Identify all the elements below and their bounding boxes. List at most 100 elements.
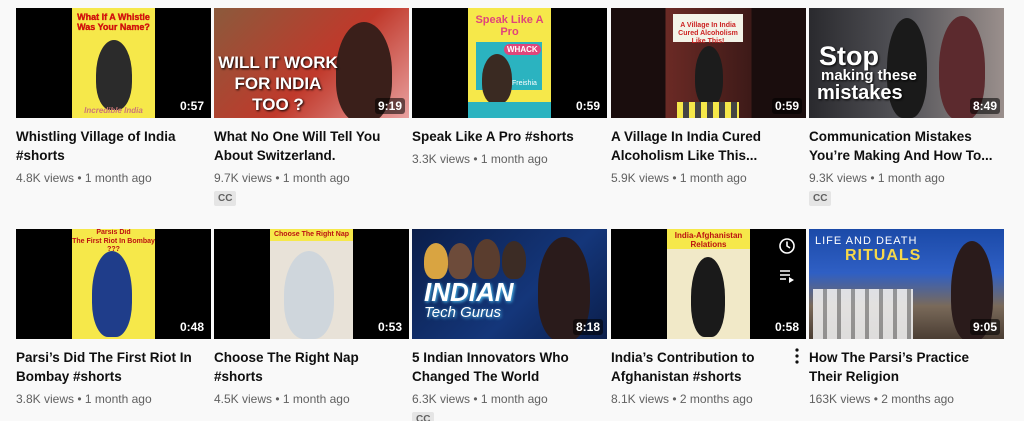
video-thumbnail[interactable]: LIFE AND DEATH RITUALS 9:05: [809, 229, 1004, 339]
video-title[interactable]: 5 Indian Innovators Who Changed The Worl…: [412, 348, 597, 386]
meta-separator: •: [473, 152, 478, 166]
video-meta: 9.7K views • 1 month ago: [214, 171, 409, 185]
poster-text: Stop: [819, 41, 879, 71]
video-meta: 9.3K views • 1 month ago: [809, 171, 1004, 185]
thumbnail-poster: Speak Like A Pro WHACK Freishia: [468, 8, 551, 118]
poster-text: making these: [821, 67, 917, 84]
poster-brand: Freishia: [512, 80, 537, 87]
view-count: 163K views: [809, 392, 871, 406]
video-title[interactable]: Communication Mistakes You’re Making And…: [809, 127, 994, 165]
person-image: [695, 46, 723, 106]
view-count: 3.8K views: [16, 392, 75, 406]
video-thumbnail[interactable]: India-Afghanistan Relations 0:58: [611, 229, 806, 339]
video-title[interactable]: How The Parsi’s Practice Their Religion: [809, 348, 994, 386]
video-meta: 6.3K views • 1 month ago: [412, 392, 607, 406]
person-image: [96, 40, 132, 110]
video-thumbnail[interactable]: WILL IT WORK FOR INDIA TOO ? 9:19: [214, 8, 409, 118]
duration-badge: 9:19: [374, 98, 405, 114]
video-meta: 5.9K views • 1 month ago: [611, 171, 806, 185]
video-card[interactable]: INDIAN Tech Gurus 8:18 5 Indian Innovato…: [412, 229, 607, 421]
video-meta: 163K views • 2 months ago: [809, 392, 1004, 406]
video-title[interactable]: Parsi’s Did The First Riot In Bombay #sh…: [16, 348, 201, 386]
video-thumbnail[interactable]: What If A Whistle Was Your Name? Incredi…: [16, 8, 211, 118]
thumbnail-poster: Choose The Right Nap: [270, 229, 353, 339]
video-thumbnail[interactable]: Parsis Did The First Riot In Bombay ??? …: [16, 229, 211, 339]
video-card[interactable]: A Village In India Cured Alcoholism Like…: [611, 8, 806, 185]
poster-footer: [677, 102, 739, 118]
video-title[interactable]: What No One Will Tell You About Switzerl…: [214, 127, 399, 165]
upload-age: 2 months ago: [881, 392, 954, 406]
duration-badge: 0:59: [572, 98, 603, 114]
video-thumbnail[interactable]: Choose The Right Nap 0:53: [214, 229, 409, 339]
poster-text: Parsis Did: [96, 229, 131, 236]
poster-text: INDIAN: [424, 277, 514, 307]
more-vert-icon[interactable]: [791, 347, 803, 365]
video-meta: 3.8K views • 1 month ago: [16, 392, 211, 406]
video-card[interactable]: What If A Whistle Was Your Name? Incredi…: [16, 8, 211, 185]
video-card[interactable]: WILL IT WORK FOR INDIA TOO ? 9:19 What N…: [214, 8, 409, 206]
duration-badge: 8:49: [969, 98, 1000, 114]
cc-badge: CC: [214, 191, 237, 206]
meta-separator: •: [672, 171, 677, 185]
poster-text: Tech Gurus: [424, 304, 501, 321]
video-title[interactable]: A Village In India Cured Alcoholism Like…: [611, 127, 796, 165]
video-card[interactable]: India-Afghanistan Relations 0:58 India’s…: [611, 229, 806, 406]
video-card[interactable]: LIFE AND DEATH RITUALS 9:05 How The Pars…: [809, 229, 1004, 406]
clock-icon[interactable]: [778, 237, 796, 255]
video-meta: 4.5K views • 1 month ago: [214, 392, 409, 406]
meta-separator: •: [77, 171, 82, 185]
thumbnail-poster: What If A Whistle Was Your Name? Incredi…: [72, 8, 155, 118]
upload-age: 1 month ago: [282, 171, 350, 185]
duration-badge: 8:18: [572, 319, 603, 335]
video-title[interactable]: India’s Contribution to Afghanistan #sho…: [611, 348, 796, 386]
person-image: [284, 251, 334, 339]
poster-text: WILL IT WORK FOR INDIA TOO ?: [218, 53, 338, 114]
person-image: [474, 239, 500, 279]
view-count: 6.3K views: [412, 392, 471, 406]
poster-footer: [468, 102, 551, 118]
video-meta: 3.3K views • 1 month ago: [412, 152, 607, 166]
meta-separator: •: [672, 392, 677, 406]
upload-age: 1 month ago: [84, 171, 152, 185]
video-title[interactable]: Choose The Right Nap #shorts: [214, 348, 399, 386]
poster-header: A Village In India Cured Alcoholism Like…: [673, 14, 743, 45]
poster-text: Incredible India: [84, 106, 143, 115]
video-thumbnail[interactable]: INDIAN Tech Gurus 8:18: [412, 229, 607, 339]
video-card[interactable]: Parsis Did The First Riot In Bombay ??? …: [16, 229, 211, 406]
poster-text: What If A Whistle Was Your Name?: [77, 12, 150, 32]
poster-text: LIFE AND DEATH: [815, 235, 918, 247]
poster-text: India-Afghanistan Relations: [674, 231, 743, 249]
duration-badge: 0:57: [176, 98, 207, 114]
cc-badge: CC: [809, 191, 832, 206]
person-image: [502, 241, 526, 279]
meta-separator: •: [873, 392, 878, 406]
video-meta: 4.8K views • 1 month ago: [16, 171, 211, 185]
cc-badge: CC: [412, 412, 435, 421]
person-image: [482, 54, 512, 104]
duration-badge: 0:48: [176, 319, 207, 335]
view-count: 9.3K views: [809, 171, 868, 185]
duration-badge: 0:53: [374, 319, 405, 335]
duration-badge: 0:59: [771, 98, 802, 114]
video-title[interactable]: Whistling Village of India #shorts: [16, 127, 201, 165]
video-card[interactable]: Choose The Right Nap 0:53 Choose The Rig…: [214, 229, 409, 406]
queue-icon[interactable]: [778, 267, 796, 285]
poster-text: Speak Like A Pro: [475, 14, 544, 38]
upload-age: 1 month ago: [84, 392, 152, 406]
poster-text: A Village In India Cured Alcoholism Like…: [678, 22, 738, 45]
view-count: 4.8K views: [16, 171, 75, 185]
upload-age: 2 months ago: [679, 392, 753, 406]
poster-image: [813, 289, 913, 339]
meta-separator: •: [275, 392, 280, 406]
upload-age: 1 month ago: [282, 392, 350, 406]
video-card[interactable]: Speak Like A Pro WHACK Freishia 0:59 Spe…: [412, 8, 607, 166]
meta-separator: •: [473, 392, 478, 406]
video-thumbnail[interactable]: A Village In India Cured Alcoholism Like…: [611, 8, 806, 118]
poster-text: Choose The Right Nap: [273, 231, 350, 238]
video-card[interactable]: Stop making these mistakes 8:49 Communic…: [809, 8, 1004, 206]
video-title[interactable]: Speak Like A Pro #shorts: [412, 127, 597, 146]
thumbnail-poster: India-Afghanistan Relations: [667, 229, 750, 339]
video-thumbnail[interactable]: Stop making these mistakes 8:49: [809, 8, 1004, 118]
video-thumbnail[interactable]: Speak Like A Pro WHACK Freishia 0:59: [412, 8, 607, 118]
person-image: [424, 243, 448, 279]
